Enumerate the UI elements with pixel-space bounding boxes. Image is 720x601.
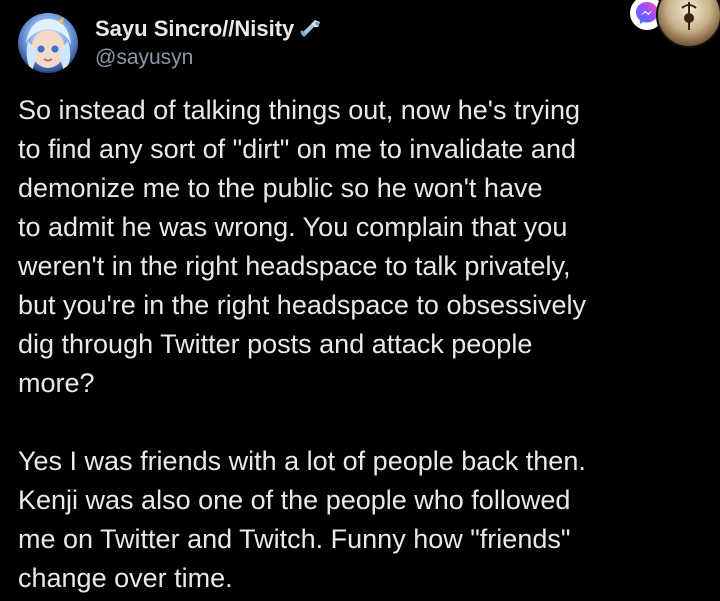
sparkle-wrench-icon [298, 18, 324, 40]
tweet-text-line: me on Twitter and Twitch. Funny how "fri… [18, 524, 571, 554]
author-info: Sayu Sincro//Nisity @sayusyn [95, 14, 324, 72]
tweet-paragraph: So instead of talking things out, now he… [18, 91, 708, 403]
avatar-image-icon [26, 17, 71, 71]
tweet-text-line: to admit he was wrong. You complain that… [18, 212, 568, 242]
tweet-text-line: change over time. [18, 563, 233, 593]
app-avatar-icon[interactable] [656, 0, 720, 48]
author-display-name-row[interactable]: Sayu Sincro//Nisity [95, 14, 324, 44]
tweet-text-line: demonize me to the public so he won't ha… [18, 173, 543, 203]
author-avatar[interactable] [18, 13, 78, 73]
tweet-text-line: but you're in the right headspace to obs… [18, 290, 587, 320]
tweet-text-line: So instead of talking things out, now he… [18, 95, 580, 125]
author-display-name[interactable]: Sayu Sincro//Nisity [95, 14, 294, 44]
tweet-text-line: to find any sort of "dirt" on me to inva… [18, 134, 576, 164]
tweet-paragraph: Yes I was friends with a lot of people b… [18, 442, 708, 598]
tweet-text-line: Kenji was also one of the people who fol… [18, 485, 571, 515]
tweet-text-line: Yes I was friends with a lot of people b… [18, 446, 586, 476]
tweet: Sayu Sincro//Nisity @sayusyn So instead … [0, 0, 720, 601]
corner-icons [620, 0, 720, 48]
tweet-body: So instead of talking things out, now he… [18, 91, 708, 598]
author-handle[interactable]: @sayusyn [95, 44, 324, 72]
tweet-text-line: weren't in the right headspace to talk p… [18, 251, 571, 281]
tweet-text-line: dig through Twitter posts and attack peo… [18, 329, 533, 359]
tweet-text-line: more? [18, 368, 95, 398]
